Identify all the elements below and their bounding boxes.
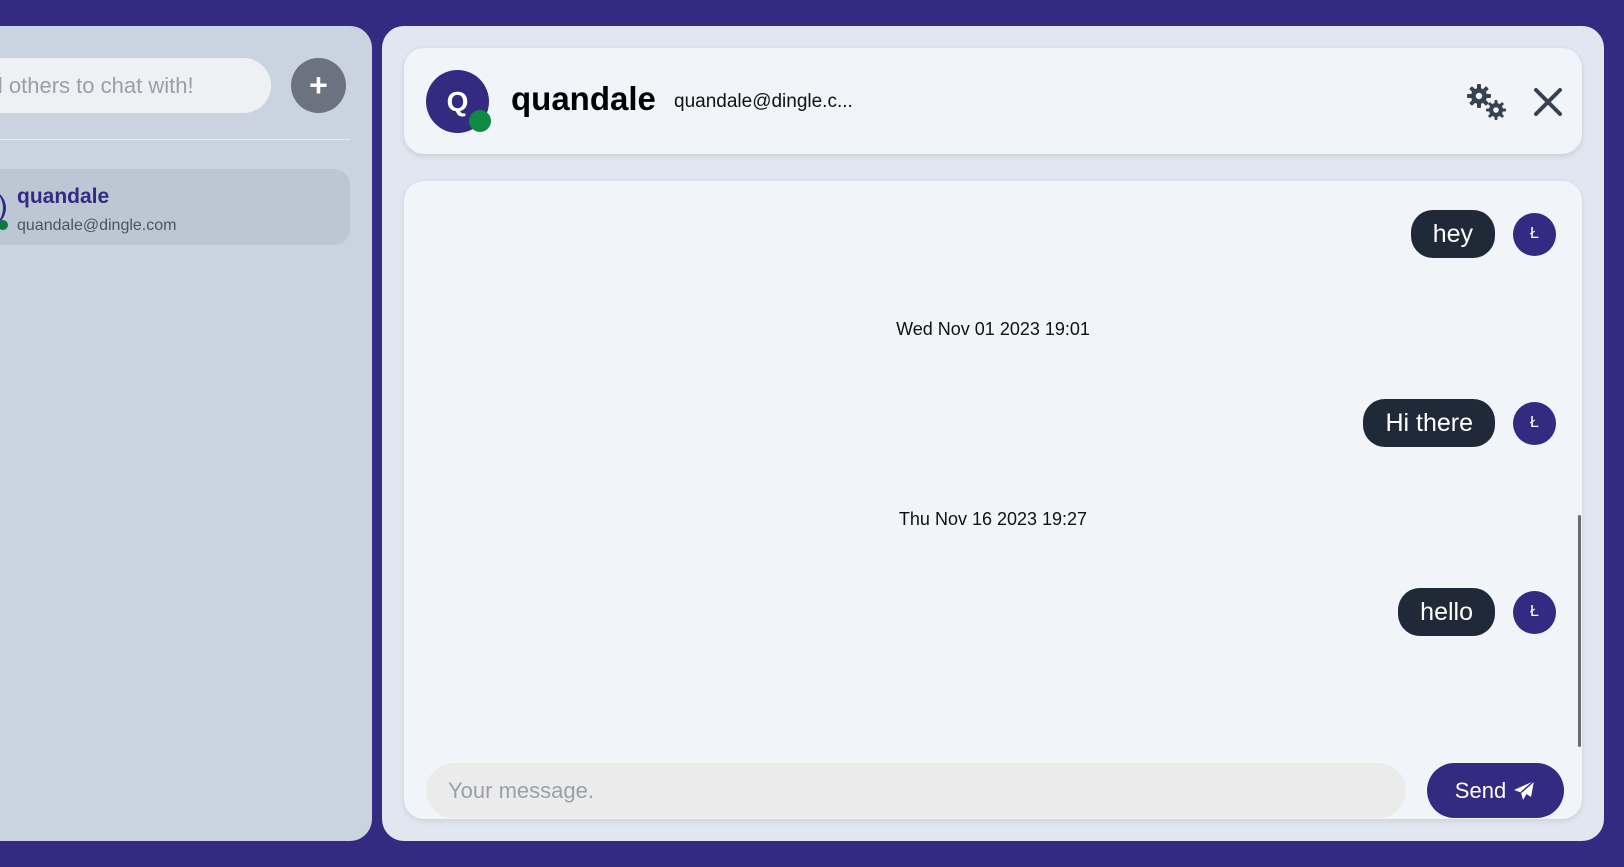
contact-online-indicator	[0, 220, 8, 230]
app-frame: + quandale quandale@dingle.com Q quandal…	[0, 0, 1624, 867]
sidebar: + quandale quandale@dingle.com	[0, 26, 372, 841]
send-label: Send	[1454, 777, 1507, 803]
message-bubble: hello	[1398, 588, 1495, 636]
chat-header: Q quandale quandale@dingle.c...	[404, 48, 1582, 154]
chat-contact-name: quandale	[511, 80, 656, 117]
plus-icon: +	[309, 67, 328, 103]
message-row: hello Ł	[1398, 587, 1556, 637]
message-row: Hi there Ł	[1363, 398, 1556, 448]
contact-item[interactable]: quandale quandale@dingle.com	[0, 169, 350, 245]
user-search-input[interactable]	[0, 58, 271, 113]
chat-contact-email: quandale@dingle.c...	[674, 91, 853, 112]
chat-panel: Q quandale quandale@dingle.c... hey Ł We…	[382, 26, 1604, 841]
message-timestamp: Wed Nov 01 2023 19:01	[896, 319, 1090, 339]
user-search[interactable]	[0, 58, 271, 113]
sender-avatar[interactable]: Ł	[1513, 212, 1556, 256]
message-input[interactable]	[426, 763, 1406, 818]
online-indicator	[469, 110, 491, 132]
message-composer: Send	[404, 751, 1582, 819]
gears-icon[interactable]	[1465, 82, 1509, 122]
add-chat-button[interactable]: +	[291, 58, 346, 113]
paper-plane-icon	[1514, 779, 1535, 800]
send-button[interactable]: Send	[1427, 763, 1564, 818]
contact-email: quandale@dingle.com	[17, 217, 177, 234]
message-row: hey Ł	[1410, 209, 1556, 259]
close-icon[interactable]	[1532, 86, 1564, 118]
message-bubble: Hi there	[1363, 399, 1495, 447]
scrollbar-thumb[interactable]	[1578, 515, 1581, 747]
header-avatar-initial: Q	[446, 85, 469, 117]
message-list[interactable]: hey Ł Wed Nov 01 2023 19:01 Hi there Ł T…	[404, 181, 1582, 819]
message-timestamp: Thu Nov 16 2023 19:27	[898, 509, 1088, 529]
sender-avatar[interactable]: Ł	[1513, 590, 1556, 634]
sender-avatar[interactable]: Ł	[1513, 401, 1556, 445]
message-bubble: hey	[1410, 210, 1495, 258]
contact-name: quandale	[17, 185, 110, 208]
sidebar-divider	[0, 139, 350, 140]
